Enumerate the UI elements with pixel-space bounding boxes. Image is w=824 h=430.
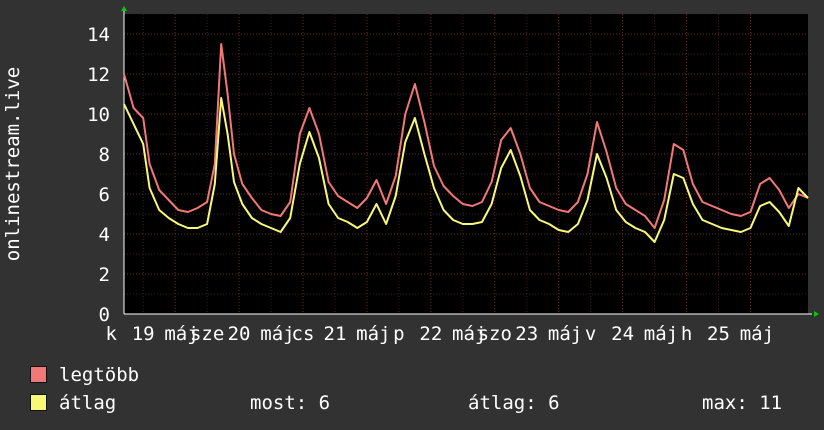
x-tick-label: 25: [707, 323, 730, 345]
legend-item-avg: átlag: [30, 393, 116, 413]
x-tick-label: 21: [324, 323, 347, 345]
legend-swatch-avg: [30, 394, 47, 411]
x-axis-arrow: [814, 311, 819, 317]
y-tick-label: 14: [87, 24, 110, 46]
stat-average: átlag: 6: [468, 392, 560, 414]
x-tick-label: 22: [419, 323, 442, 345]
x-tick-label: 24: [611, 323, 634, 345]
x-tick-label: h: [681, 323, 692, 345]
y-axis-title: onlinestream.live: [2, 67, 24, 261]
x-tick-label: k: [105, 323, 117, 345]
x-tick-label: máj: [260, 323, 294, 345]
x-tick-label: 23: [515, 323, 538, 345]
y-tick-label: 2: [99, 264, 110, 286]
y-tick-label: 10: [87, 104, 110, 126]
x-tick-label: 19: [132, 323, 155, 345]
legend-label-max: legtöbb: [59, 364, 140, 386]
y-tick-label: 6: [99, 184, 110, 206]
legend-swatch-max: [30, 366, 47, 383]
legend-label-avg: átlag: [59, 392, 117, 414]
stat-max: max: 11: [702, 392, 783, 414]
y-tick-label: 12: [87, 64, 110, 86]
y-tick-label: 8: [99, 144, 110, 166]
x-tick-label: máj: [740, 323, 774, 345]
x-tick-label: cs: [292, 323, 315, 345]
x-tick-label: sze: [190, 323, 224, 345]
x-tick-label: máj: [356, 323, 390, 345]
y-axis-arrow: [121, 6, 127, 11]
x-tick-label: szo: [478, 323, 512, 345]
x-tick-label: p: [393, 323, 404, 345]
chart: 02468101214k 19 májsze 20 májcs 21 máj p 22 májsz…: [2, 6, 819, 345]
x-tick-label: 20: [228, 323, 251, 345]
x-tick-label: máj: [644, 323, 678, 345]
y-tick-label: 4: [99, 224, 110, 246]
x-tick-label: v: [585, 323, 596, 345]
x-tick-label: máj: [548, 323, 582, 345]
plot-area: [124, 14, 808, 314]
legend-item-max: legtöbb: [30, 365, 139, 385]
stat-current: most: 6: [250, 392, 331, 414]
